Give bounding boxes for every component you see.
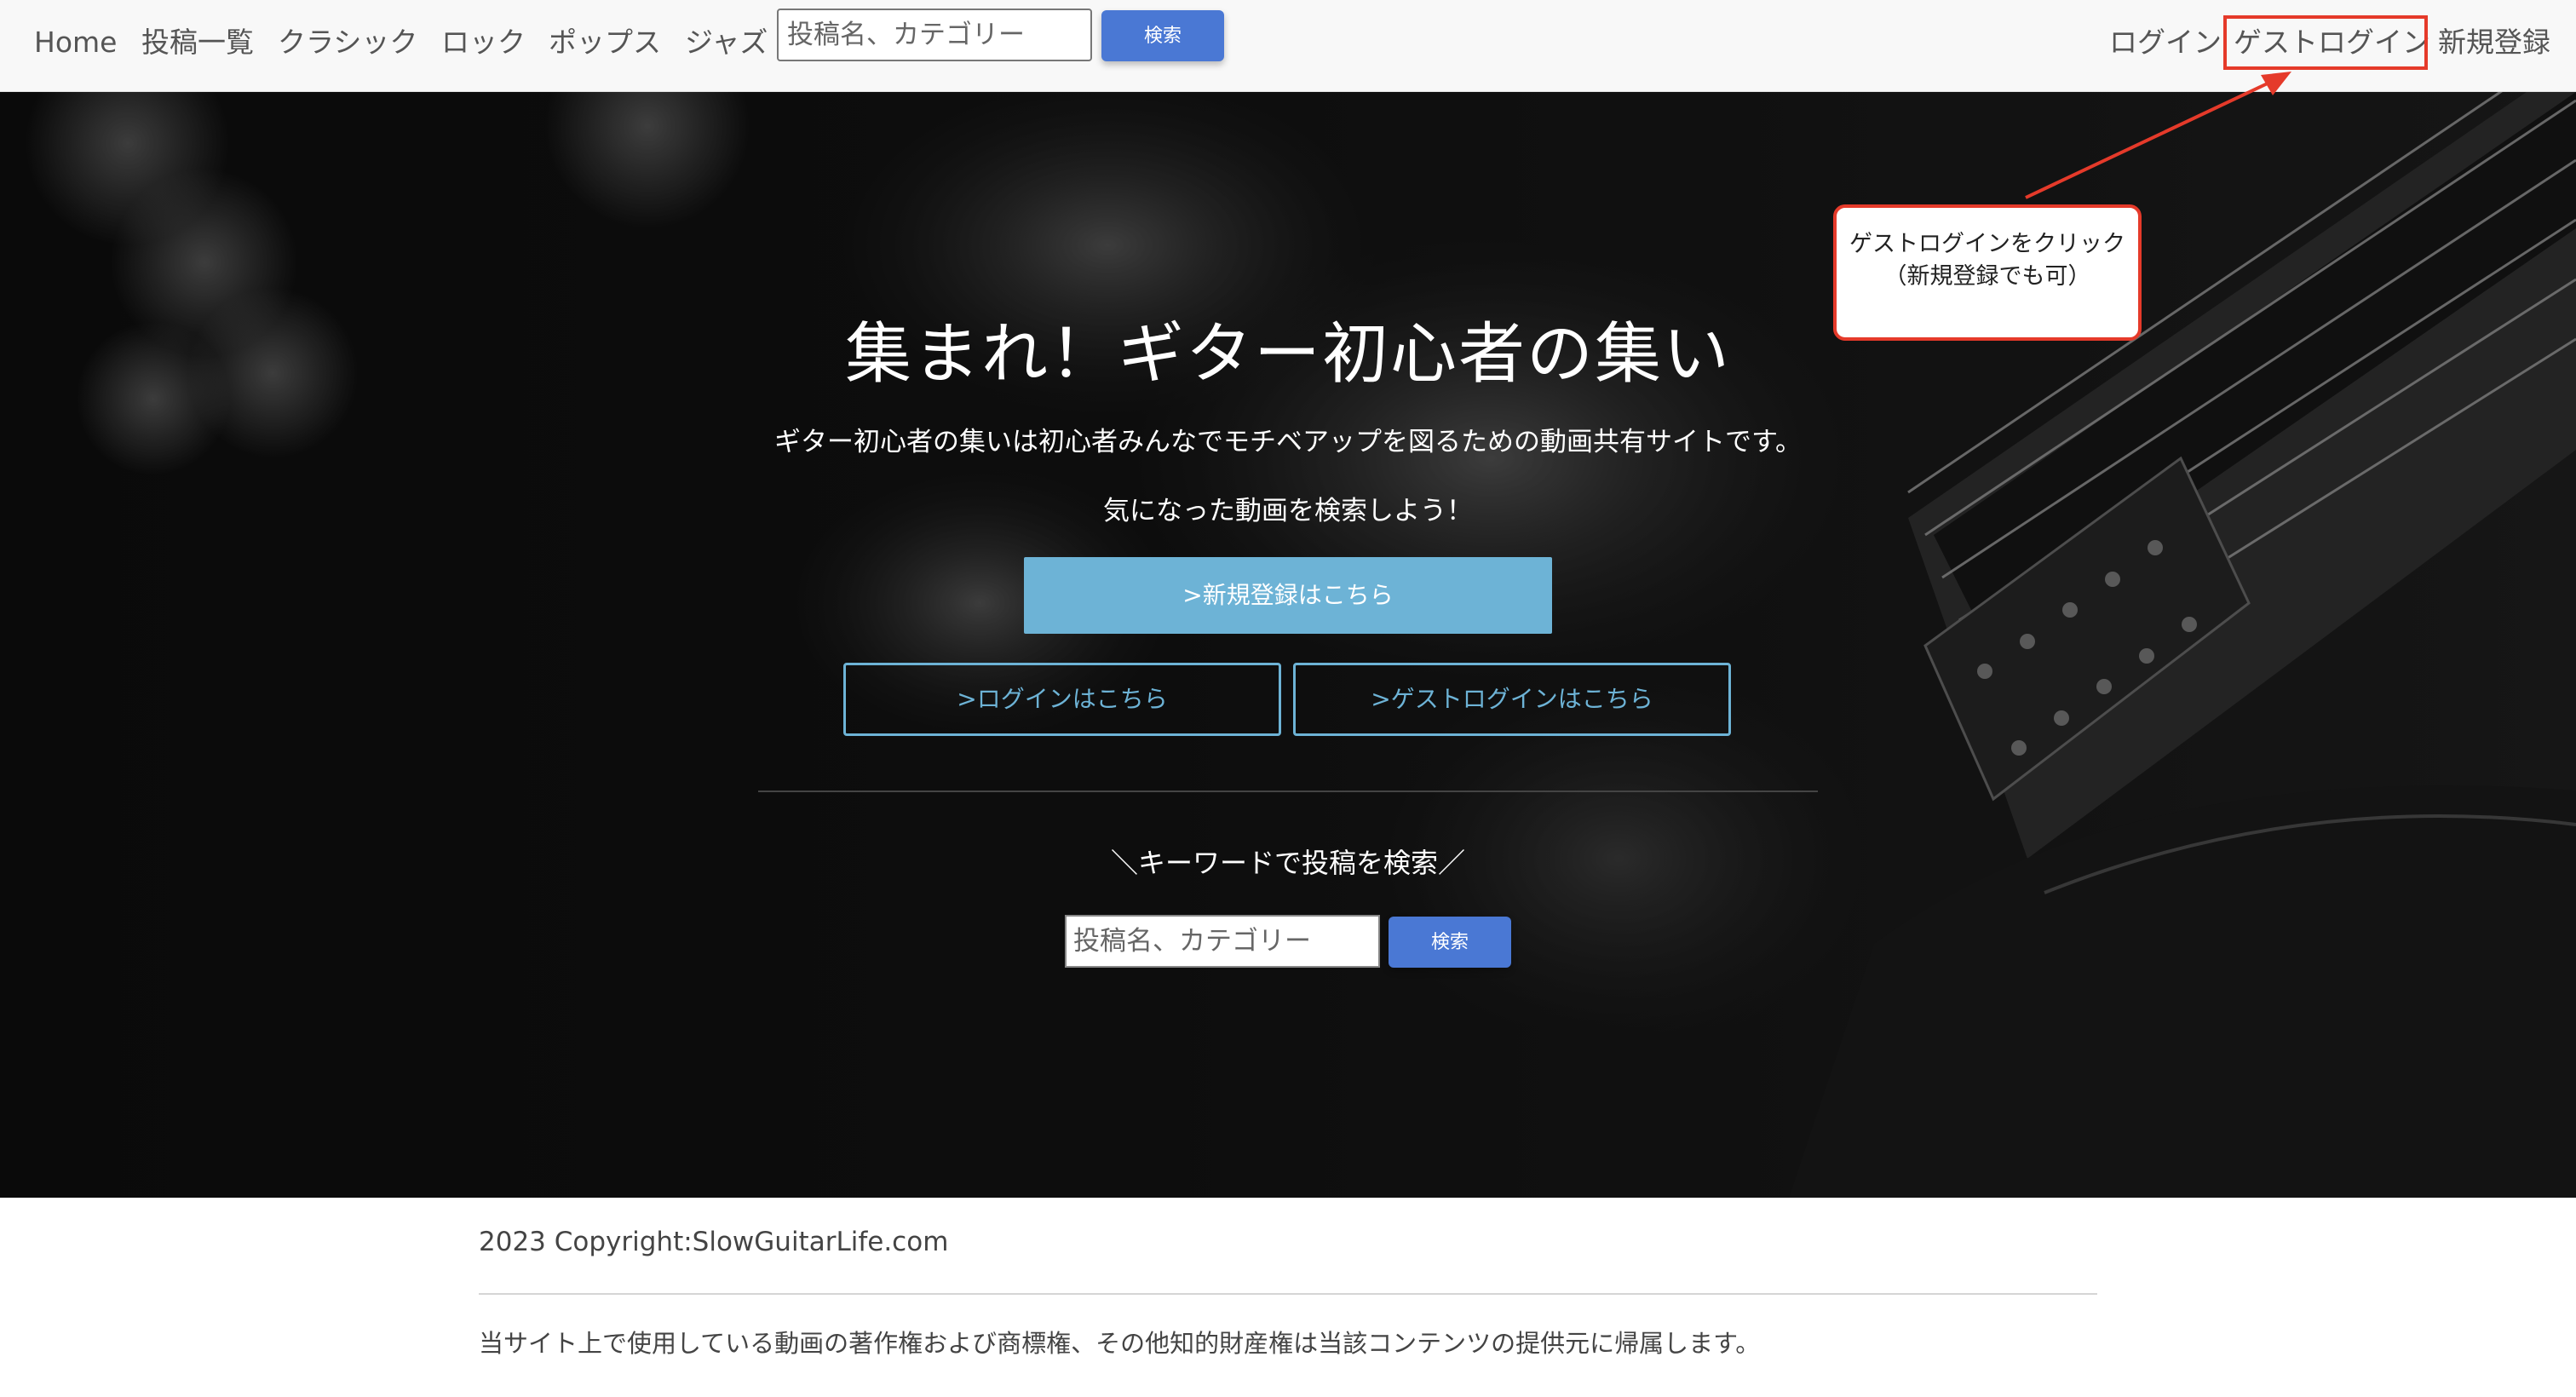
footer-divider <box>479 1293 2097 1295</box>
top-navbar: Home 投稿一覧 クラシック ロック ポップス ジャズ 検索 ログイン ゲスト… <box>0 0 2576 92</box>
hero-divider <box>758 790 1818 792</box>
hero-guest-login-button[interactable]: >ゲストログインはこちら <box>1293 663 1731 736</box>
hero-signup-button[interactable]: >新規登録はこちら <box>1024 557 1552 634</box>
annotation-line-1: ゲストログインをクリック <box>1849 231 2125 257</box>
nav-login-link[interactable]: ログイン <box>2109 19 2222 66</box>
nav-home-link[interactable]: Home <box>34 19 117 66</box>
hero-search-button[interactable]: 検索 <box>1389 917 1511 968</box>
hero-search-input[interactable] <box>1065 915 1380 968</box>
nav-classic-link[interactable]: クラシック <box>278 19 417 66</box>
hero-section: 集まれ！ギター初心者の集い ギター初心者の集いは初心者みんなでモチベアップを図る… <box>0 92 2576 1198</box>
nav-search-button[interactable]: 検索 <box>1101 10 1224 61</box>
footer-copyright: 2023 Copyright:SlowGuitarLife.com <box>479 1227 949 1257</box>
hero-guitar-background-image <box>0 92 2576 1198</box>
nav-rock-link[interactable]: ロック <box>441 19 526 66</box>
nav-jazz-link[interactable]: ジャズ <box>685 19 768 66</box>
footer-copyright-notice: 当サイト上で使用している動画の著作権および商標権、その他知的財産権は当該コンテン… <box>479 1329 1761 1358</box>
nav-signup-link[interactable]: 新規登録 <box>2438 19 2550 66</box>
hero-login-button[interactable]: >ログインはこちら <box>843 663 1281 736</box>
nav-search-input[interactable] <box>777 9 1092 61</box>
annotation-line-2: （新規登録でも可） <box>1883 263 2091 290</box>
hero-title: 集まれ！ギター初心者の集い <box>844 316 1731 393</box>
nav-pops-link[interactable]: ポップス <box>549 19 661 66</box>
nav-posts-link[interactable]: 投稿一覧 <box>141 19 254 66</box>
annotation-callout: ゲストログインをクリック （新規登録でも可） <box>1833 204 2142 341</box>
hero-search-prompt: 気になった動画を検索しよう！ <box>1103 496 1473 526</box>
hero-description: ギター初心者の集いは初心者みんなでモチベアップを図るための動画共有サイトです。 <box>774 427 1802 457</box>
guest-login-highlight-box <box>2223 15 2428 70</box>
hero-search-heading: ＼キーワードで投稿を検索／ <box>1110 847 1465 879</box>
